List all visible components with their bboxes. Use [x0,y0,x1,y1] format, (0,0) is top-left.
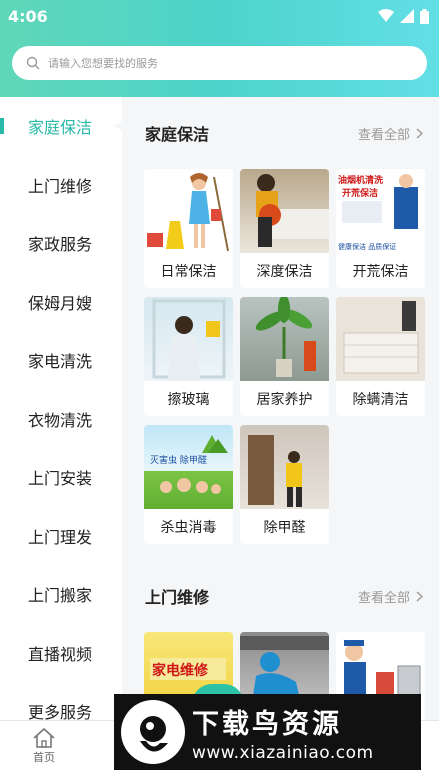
sidebar-item-housekeeping[interactable]: 家政服务 [0,214,122,273]
chevron-right-icon [416,590,423,602]
service-content: 家庭保洁 查看全部 日常保洁 深度保洁 油烟机清洗 开荒保洁 健康保洁 品质保证… [122,97,439,720]
banner-url: www.xiazainiao.com [192,742,374,763]
service-card-home-care[interactable]: 居家养护 [240,297,329,416]
status-bar: 4:06 [0,0,439,32]
deep-cleaning-photo [240,169,329,253]
sidebar-item-moving[interactable]: 上门搬家 [0,565,122,624]
service-card-pest-control[interactable]: 灭害虫 除甲醛 杀虫消毒 [144,425,233,544]
section-title: 家庭保洁 [145,125,210,144]
svg-text:家电维修: 家电维修 [152,662,209,679]
svg-text:灭害虫 除甲醛: 灭害虫 除甲醛 [150,454,207,466]
sidebar-item-installation[interactable]: 上门安装 [0,448,122,507]
battery-icon [420,8,429,24]
tab-home-label: 首页 [33,751,55,764]
service-label: 深度保洁 [256,263,313,280]
search-icon [26,56,40,70]
service-card-deep-cleaning[interactable]: 深度保洁 [240,169,329,288]
sidebar-item-live-video[interactable]: 直播视频 [0,624,122,683]
view-all-label: 查看全部 [357,127,410,143]
service-grid-cleaning: 日常保洁 深度保洁 油烟机清洗 开荒保洁 健康保洁 品质保证 开荒保洁 擦玻璃 … [122,169,439,544]
watermark-banner: 下载鸟资源 www.xiazainiao.com [114,694,421,770]
sidebar-item-laundry[interactable]: 衣物清洗 [0,390,122,449]
service-card-daily-cleaning[interactable]: 日常保洁 [144,169,233,288]
view-all-link[interactable]: 查看全部 [358,587,423,606]
service-card-mite-cleaning[interactable]: 除螨清洁 [336,297,425,416]
service-label: 日常保洁 [160,263,217,280]
mite-cleaning-photo [336,297,425,381]
sidebar-item-haircut[interactable]: 上门理发 [0,507,122,566]
sidebar-item-home-cleaning[interactable]: 家庭保洁 [0,97,122,156]
chevron-right-icon [416,127,423,139]
section-title: 上门维修 [145,588,210,607]
daily-cleaning-photo [144,169,233,253]
svg-text:健康保洁 品质保证: 健康保洁 品质保证 [338,242,396,251]
search-input[interactable]: 请输入您想要找的服务 [12,46,427,80]
service-label: 除螨清洁 [352,391,409,408]
wifi-icon [378,9,394,22]
service-card-window-cleaning[interactable]: 擦玻璃 [144,297,233,416]
service-card-formaldehyde-removal[interactable]: 除甲醛 [240,425,329,544]
svg-text:开荒保洁: 开荒保洁 [342,187,378,199]
bird-logo-icon [121,700,185,764]
view-all-link[interactable]: 查看全部 [358,124,423,143]
search-placeholder: 请输入您想要找的服务 [48,57,158,70]
section-header-repair: 上门维修 查看全部 [122,560,439,632]
category-sidebar: 家庭保洁 上门维修 家政服务 保姆月嫂 家电清洗 衣物清洗 上门安装 上门理发 … [0,97,122,720]
service-label: 杀虫消毒 [160,519,217,536]
pest-control-photo: 灭害虫 除甲醛 [144,425,233,509]
formaldehyde-removal-photo [240,425,329,509]
system-icons [378,8,429,24]
signal-icon [400,9,414,23]
window-cleaning-photo [144,297,233,381]
tab-home[interactable]: 首页 [24,727,64,765]
section-header-cleaning: 家庭保洁 查看全部 [122,97,439,169]
home-icon [33,727,55,748]
status-time: 4:06 [8,6,48,26]
sidebar-item-nanny[interactable]: 保姆月嫂 [0,273,122,332]
service-label: 擦玻璃 [167,391,210,408]
service-label: 开荒保洁 [352,263,409,280]
sidebar-item-repair[interactable]: 上门维修 [0,156,122,215]
banner-title: 下载鸟资源 [192,708,342,740]
home-care-photo [240,297,329,381]
view-all-label: 查看全部 [357,590,410,606]
service-label: 除甲醛 [263,519,306,536]
service-label: 居家养护 [256,391,313,408]
app-header: 4:06 请输入您想要找的服务 [0,0,439,97]
sidebar-item-more[interactable]: 更多服务 [0,682,122,720]
move-in-cleaning-photo: 油烟机清洗 开荒保洁 健康保洁 品质保证 [336,169,425,253]
sidebar-item-appliance-cleaning[interactable]: 家电清洗 [0,331,122,390]
service-card-move-in-cleaning[interactable]: 油烟机清洗 开荒保洁 健康保洁 品质保证 开荒保洁 [336,169,425,288]
svg-text:油烟机清洗: 油烟机清洗 [338,174,383,186]
